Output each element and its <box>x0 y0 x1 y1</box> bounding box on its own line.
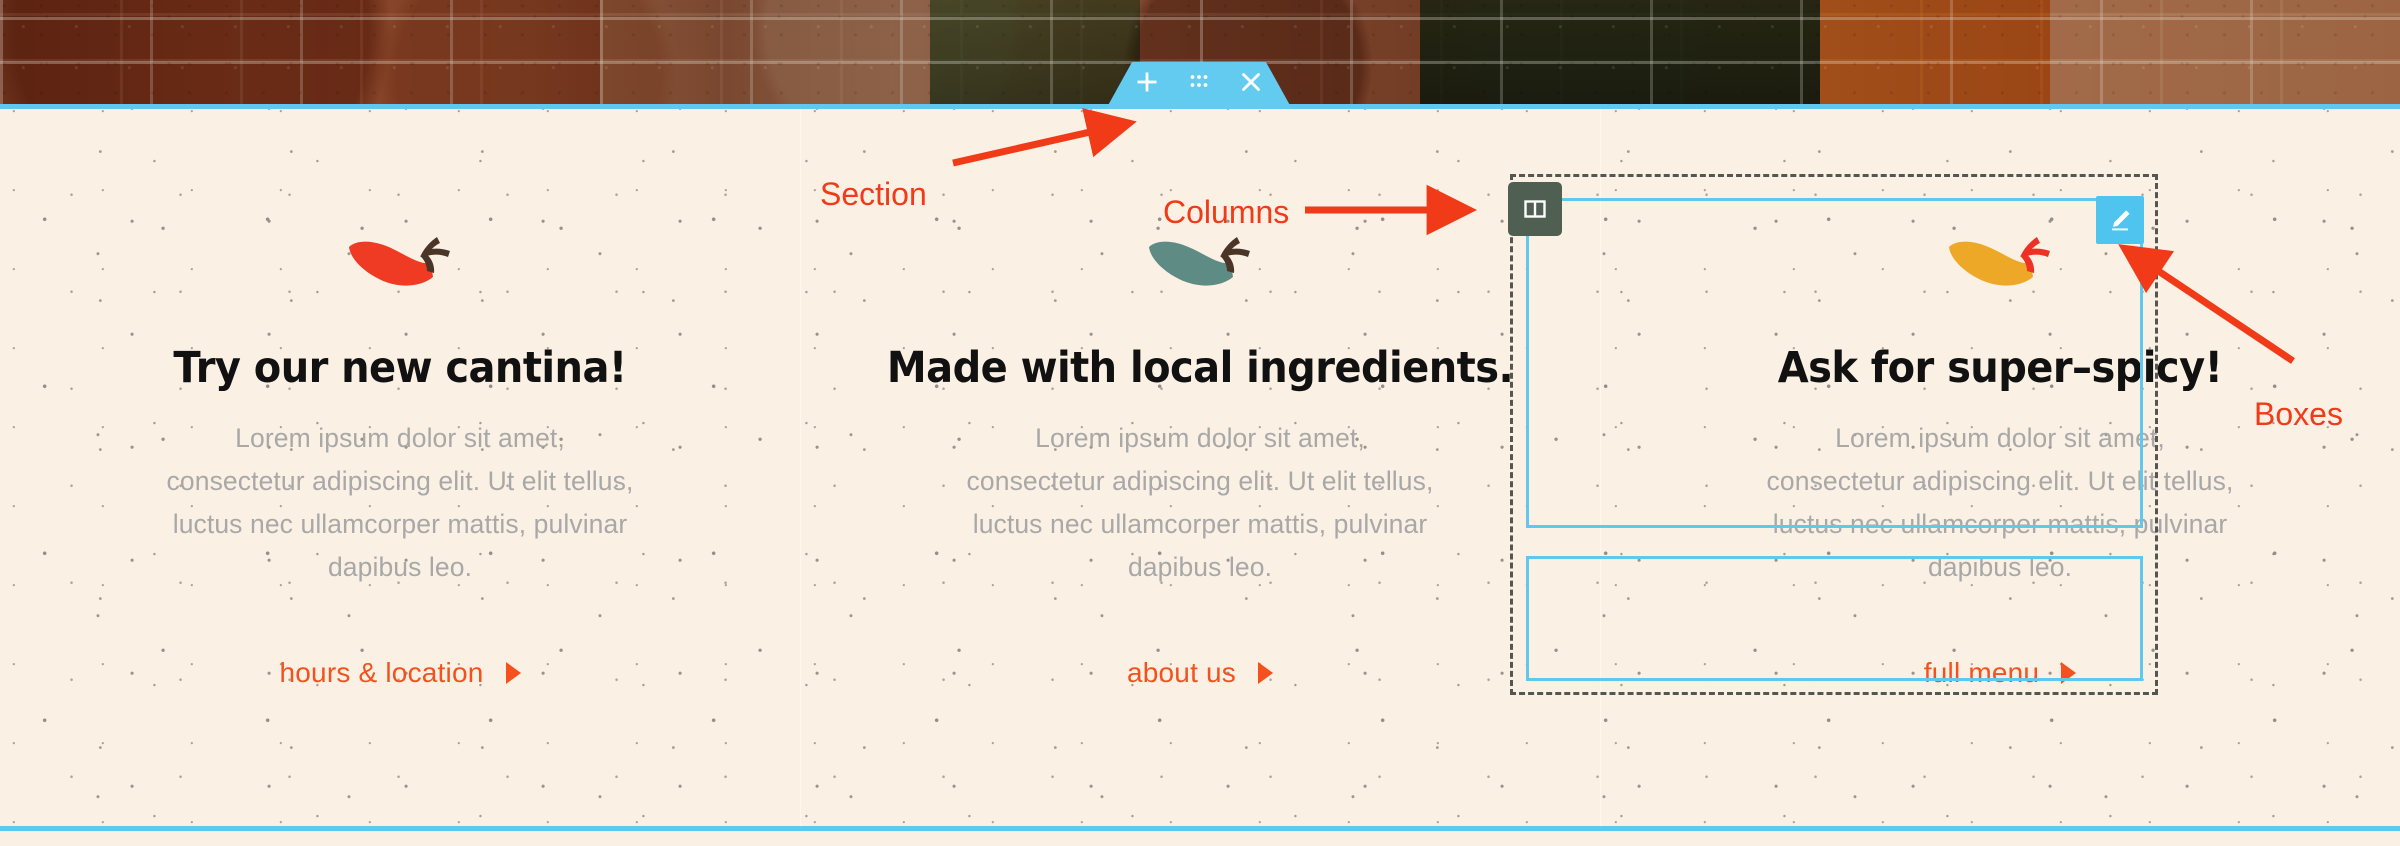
feature-link-label: hours & location <box>279 656 484 688</box>
columns-icon[interactable] <box>1508 182 1562 236</box>
feature-column-2[interactable]: Made with local ingredients. Lorem ipsum… <box>800 109 1600 826</box>
feature-title: Made with local ingredients. <box>886 343 1514 393</box>
feature-link[interactable]: hours & location <box>280 657 521 689</box>
arrow-right-icon <box>1258 661 1274 684</box>
feature-link[interactable]: full menu <box>1923 656 2077 689</box>
pencil-icon[interactable] <box>2096 196 2144 244</box>
feature-column-3[interactable]: Ask for super–spicy! Lorem ipsum dolor s… <box>1600 109 2400 826</box>
close-icon[interactable] <box>1240 71 1262 98</box>
feature-body: Lorem ipsum dolor sit amet, consectetur … <box>166 423 634 582</box>
brick-color-block <box>1820 0 2050 108</box>
section-selection-bottom-border <box>0 826 2400 831</box>
editor-canvas: Try our new cantina! Lorem ipsum dolor s… <box>0 0 2400 846</box>
page-content-area: Try our new cantina! Lorem ipsum dolor s… <box>0 109 2400 826</box>
chili-pepper-icon <box>0 219 800 307</box>
feature-link-label: full menu <box>1923 656 2040 688</box>
plus-icon[interactable] <box>1136 71 1158 98</box>
brick-color-block <box>930 0 1140 108</box>
feature-title: Try our new cantina! <box>173 343 627 393</box>
brick-color-block <box>1420 0 1820 108</box>
three-column-row: Try our new cantina! Lorem ipsum dolor s… <box>0 109 2400 826</box>
feature-link[interactable]: about us <box>1126 656 1274 689</box>
arrow-right-icon <box>2061 661 2077 684</box>
arrow-right-icon <box>505 661 521 684</box>
feature-body: Lorem ipsum dolor sit amet, consectetur … <box>966 423 1434 582</box>
brick-color-block <box>600 0 930 108</box>
feature-link-label: about us <box>1126 656 1237 688</box>
brick-color-block <box>2050 0 2400 108</box>
feature-title: Ask for super–spicy! <box>1777 343 2223 393</box>
section-toolbar[interactable] <box>1106 62 1292 109</box>
chili-pepper-icon <box>1600 219 2400 307</box>
feature-body: Lorem ipsum dolor sit amet, consectetur … <box>1766 423 2234 582</box>
feature-column-1[interactable]: Try our new cantina! Lorem ipsum dolor s… <box>0 109 800 826</box>
chili-pepper-icon <box>800 219 1600 307</box>
brick-color-block <box>0 0 600 108</box>
drag-handle-icon[interactable] <box>1188 71 1210 98</box>
